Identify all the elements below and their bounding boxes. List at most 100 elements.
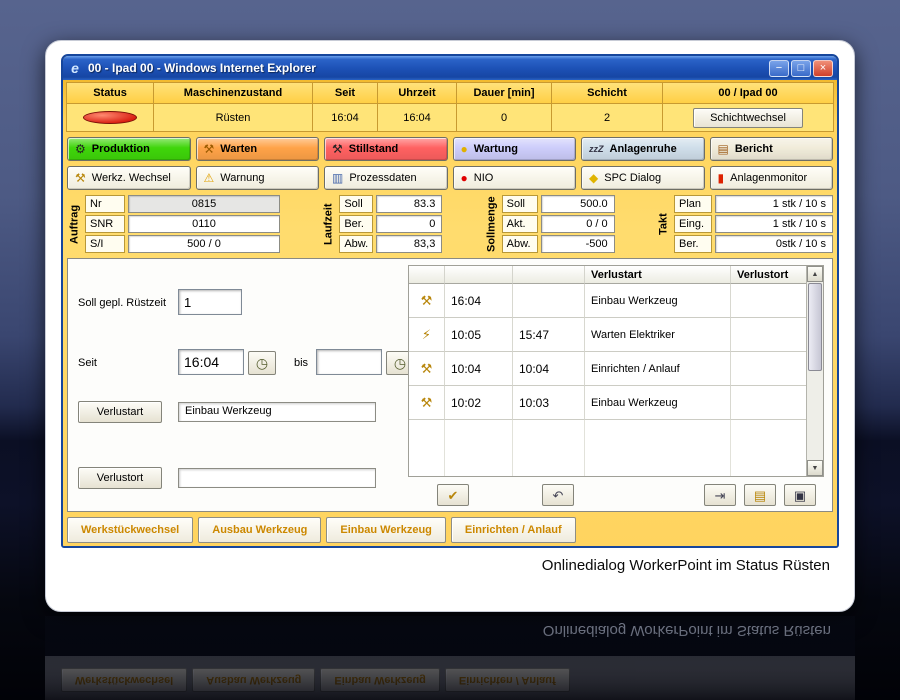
log-header-start xyxy=(445,266,513,284)
verlust-log-table: Verlustart Verlustort ⚒ 16:04 Einbau Wer… xyxy=(408,265,824,477)
laufzeit-ber-value: 0 xyxy=(376,215,443,233)
report-icon: ▤ xyxy=(717,142,729,156)
reflection-quick-button: Einbau Werkzeug xyxy=(320,668,440,692)
log-row-start[interactable]: 10:02 xyxy=(445,386,513,420)
uhrzeit-value: 16:04 xyxy=(378,104,456,131)
scroll-up-icon[interactable]: ▲ xyxy=(807,266,823,282)
window-icon: ▣ xyxy=(793,487,807,503)
warten-button[interactable]: ⚒ Warten xyxy=(195,137,319,161)
quick-einrichten-anlauf-button[interactable]: Einrichten / Anlauf xyxy=(450,517,576,543)
hammer-wrench-icon: ⚒ xyxy=(332,142,343,156)
warnung-label: Warnung xyxy=(220,172,265,184)
produktion-button[interactable]: ⚙ Produktion xyxy=(67,137,191,161)
auftrag-snr-label: SNR xyxy=(85,215,125,233)
minimize-button[interactable]: − xyxy=(769,59,789,77)
log-filler xyxy=(513,420,585,476)
laufzeit-abw-label: Abw. xyxy=(339,235,374,253)
werkzeugwechsel-button[interactable]: ⚒ Werkz. Wechsel xyxy=(67,166,191,190)
takt-plan-value: 1 stk / 10 s xyxy=(714,195,833,213)
seit-picker-button[interactable]: ◷ xyxy=(248,351,276,375)
quick-ausbau-werkzeug-button[interactable]: Ausbau Werkzeug xyxy=(198,517,322,543)
wrench-icon[interactable]: ⚒ xyxy=(409,386,445,420)
schicht-value: 2 xyxy=(552,104,662,131)
spc-dialog-label: SPC Dialog xyxy=(604,172,662,184)
quick-einbau-werkzeug-button[interactable]: Einbau Werkzeug xyxy=(326,517,446,543)
electrician-icon[interactable]: ⚡ xyxy=(409,318,445,352)
log-row-end[interactable]: 15:47 xyxy=(513,318,585,352)
log-row-verlustort[interactable] xyxy=(731,284,806,318)
maschinenzustand-header: Maschinenzustand xyxy=(154,83,312,103)
schichtwechsel-button[interactable]: Schichtwechsel xyxy=(693,107,803,128)
scrollbar-thumb[interactable] xyxy=(808,283,822,371)
anlagenmonitor-button[interactable]: ▮ Anlagenmonitor xyxy=(709,166,833,190)
window-controls: − □ × xyxy=(769,59,833,77)
log-row-verlustort[interactable] xyxy=(731,318,806,352)
verlustort-button[interactable]: Verlustort xyxy=(78,467,162,489)
scene: e 00 - Ipad 00 - Windows Internet Explor… xyxy=(0,0,900,700)
spc-dialog-button[interactable]: ◆ SPC Dialog xyxy=(581,166,705,190)
verlustart-button[interactable]: Verlustart xyxy=(78,401,162,423)
ruestzeit-input[interactable] xyxy=(178,289,242,315)
nio-button[interactable]: ● NIO xyxy=(452,166,576,190)
ie-icon: e xyxy=(71,60,79,76)
log-row-start[interactable]: 16:04 xyxy=(445,284,513,318)
window-content: Status Maschinenzustand Seit Uhrzeit Dau… xyxy=(63,80,837,546)
scroll-down-icon[interactable]: ▼ xyxy=(807,460,823,476)
laufzeit-ber-label: Ber. xyxy=(339,215,374,233)
takt-eing-value: 1 stk / 10 s xyxy=(714,215,833,233)
caption: Onlinedialog WorkerPoint im Status Rüste… xyxy=(541,557,830,574)
log-row-end[interactable]: 10:04 xyxy=(513,352,585,386)
log-filler xyxy=(409,420,445,476)
schichtwechsel-cell: Schichtwechsel xyxy=(663,104,833,131)
bis-input[interactable] xyxy=(316,349,382,375)
log-row-start[interactable]: 10:05 xyxy=(445,318,513,352)
quick-werkstueckwechsel-button[interactable]: Werkstückwechsel xyxy=(67,517,194,543)
screen-button[interactable]: ▣ xyxy=(784,484,816,506)
data-panels-row: Auftrag Nr 0815 SNR 0110 S/I 500 / 0 Lau… xyxy=(66,195,834,253)
log-row-verlustart[interactable]: Einbau Werkzeug xyxy=(585,386,731,420)
log-row-end[interactable]: 10:03 xyxy=(513,386,585,420)
note-button[interactable]: ▤ xyxy=(744,484,776,506)
log-row-verlustort[interactable] xyxy=(731,352,806,386)
anlagenruhe-label: Anlagenruhe xyxy=(609,143,677,155)
function-button-row: ⚒ Werkz. Wechsel ⚠ Warnung ▥ Prozessdate… xyxy=(66,166,834,190)
log-row-start[interactable]: 10:04 xyxy=(445,352,513,386)
log-row-end[interactable] xyxy=(513,284,585,318)
log-row-verlustort[interactable] xyxy=(731,386,806,420)
schicht-header: Schicht xyxy=(552,83,662,103)
verlustort-field[interactable] xyxy=(178,468,376,488)
log-filler xyxy=(585,420,731,476)
auftrag-si-value: 500 / 0 xyxy=(128,235,280,253)
stillstand-button[interactable]: ⚒ Stillstand xyxy=(324,137,448,161)
prozessdaten-button[interactable]: ▥ Prozessdaten xyxy=(324,166,448,190)
log-row-verlustart[interactable]: Einbau Werkzeug xyxy=(585,284,731,318)
nio-icon: ● xyxy=(460,171,468,185)
log-row-verlustart[interactable]: Einrichten / Anlauf xyxy=(585,352,731,386)
seit-input[interactable] xyxy=(178,349,244,375)
bericht-button[interactable]: ▤ Bericht xyxy=(709,137,833,161)
reflection-quick-button: Einrichten / Anlauf xyxy=(444,668,570,692)
clock-picker-icon: ◷ xyxy=(255,354,269,371)
takt-panel: Takt Plan 1 stk / 10 s Eing. 1 stk / 10 … xyxy=(656,195,833,253)
spc-icon: ◆ xyxy=(589,171,599,185)
export-button[interactable]: ⇥ xyxy=(704,484,736,506)
maximize-button[interactable]: □ xyxy=(791,59,811,77)
confirm-entry-button[interactable]: ✔ xyxy=(437,484,469,506)
reflection-quick-button: Werkstückwechsel xyxy=(61,668,188,692)
anlagenruhe-button[interactable]: zzZ Anlagenruhe xyxy=(581,137,705,161)
main-panel: Soll gepl. Rüstzeit Seit ◷ bis ◷ Verlust… xyxy=(67,258,833,512)
verlustart-field[interactable]: Einbau Werkzeug xyxy=(178,402,376,422)
sleep-icon: zzZ xyxy=(589,143,604,154)
tools-icon[interactable]: ⚒ xyxy=(409,284,445,318)
ruestzeit-label: Soll gepl. Rüstzeit xyxy=(78,297,167,309)
auftrag-title: Auftrag xyxy=(68,204,81,244)
sollmenge-akt-value: 0 / 0 xyxy=(540,215,615,233)
wrench-icon[interactable]: ⚒ xyxy=(409,352,445,386)
warnung-button[interactable]: ⚠ Warnung xyxy=(195,166,319,190)
close-button[interactable]: × xyxy=(813,59,833,77)
thermometer-icon: ▮ xyxy=(717,171,725,185)
undo-button[interactable]: ↶ xyxy=(542,484,574,506)
log-row-verlustart[interactable]: Warten Elektriker xyxy=(585,318,731,352)
wartung-button[interactable]: ● Wartung xyxy=(452,137,576,161)
sollmenge-title: Sollmenge xyxy=(485,196,498,252)
